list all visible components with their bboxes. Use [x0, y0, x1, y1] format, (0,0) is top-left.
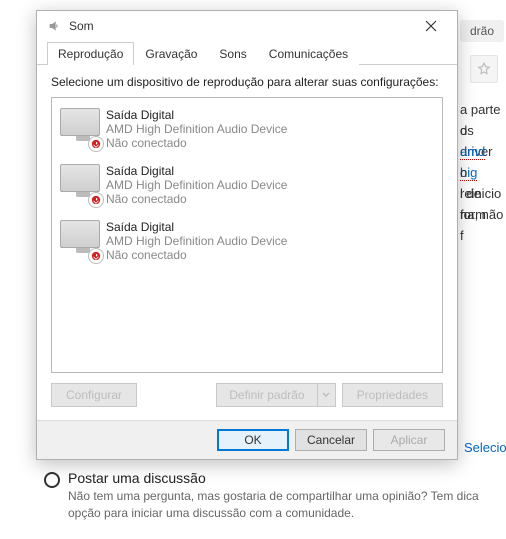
- disconnected-badge-icon: [88, 136, 104, 152]
- radio-title: Postar uma discussão: [68, 470, 498, 486]
- bg-select-text: Selecione: [464, 438, 506, 459]
- device-item[interactable]: Saída DigitalAMD High Definition Audio D…: [58, 104, 436, 160]
- cancel-button[interactable]: Cancelar: [295, 429, 367, 451]
- tab-strip: Reprodução Gravação Sons Comunicações: [37, 41, 457, 65]
- device-icon: [60, 220, 106, 260]
- device-status: Não conectado: [106, 136, 287, 150]
- properties-button[interactable]: Propriedades: [342, 383, 443, 407]
- speaker-icon: [47, 18, 63, 34]
- radio-description: Não tem uma pergunta, mas gostaria de co…: [68, 488, 498, 522]
- tab-communications[interactable]: Comunicações: [258, 42, 359, 65]
- list-button-row: Configurar Definir padrão Propriedades: [51, 383, 443, 407]
- close-button[interactable]: [411, 11, 451, 41]
- disconnected-badge-icon: [88, 248, 104, 264]
- device-name: Saída Digital: [106, 220, 287, 234]
- post-discussion-radio[interactable]: Postar uma discussão Não tem uma pergunt…: [44, 470, 498, 522]
- close-icon: [425, 20, 437, 32]
- set-default-label: Definir padrão: [217, 388, 316, 402]
- background-pin-iconbox[interactable]: [470, 55, 498, 83]
- ok-button[interactable]: OK: [217, 429, 289, 451]
- device-name: Saída Digital: [106, 108, 287, 122]
- device-status: Não conectado: [106, 192, 287, 206]
- device-item[interactable]: Saída DigitalAMD High Definition Audio D…: [58, 160, 436, 216]
- device-name: Saída Digital: [106, 164, 287, 178]
- sound-dialog: Som Reprodução Gravação Sons Comunicaçõe…: [36, 10, 458, 460]
- device-icon: [60, 164, 106, 204]
- device-list[interactable]: Saída DigitalAMD High Definition Audio D…: [51, 97, 443, 373]
- tab-recording[interactable]: Gravação: [134, 42, 208, 65]
- device-icon: [60, 108, 106, 148]
- disconnected-badge-icon: [88, 192, 104, 208]
- background-pill: drão: [460, 20, 504, 42]
- configure-button[interactable]: Configurar: [51, 383, 137, 407]
- device-item[interactable]: Saída DigitalAMD High Definition Audio D…: [58, 216, 436, 272]
- dialog-footer: OK Cancelar Aplicar: [37, 420, 457, 459]
- radio-circle-icon: [44, 472, 60, 488]
- titlebar: Som: [37, 11, 457, 41]
- instruction-text: Selecione um dispositivo de reprodução p…: [51, 75, 443, 89]
- tab-sounds[interactable]: Sons: [208, 42, 257, 65]
- pin-icon: [477, 62, 491, 76]
- set-default-button[interactable]: Definir padrão: [216, 383, 335, 407]
- device-status: Não conectado: [106, 248, 287, 262]
- device-subtitle: AMD High Definition Audio Device: [106, 122, 287, 136]
- device-subtitle: AMD High Definition Audio Device: [106, 234, 287, 248]
- bg-text-line: na, não f: [460, 205, 506, 247]
- tab-playback[interactable]: Reprodução: [47, 42, 134, 65]
- apply-button[interactable]: Aplicar: [373, 429, 445, 451]
- dialog-title: Som: [69, 19, 94, 33]
- tab-page-playback: Selecione um dispositivo de reprodução p…: [37, 65, 457, 417]
- chevron-down-icon: [317, 384, 335, 406]
- device-subtitle: AMD High Definition Audio Device: [106, 178, 287, 192]
